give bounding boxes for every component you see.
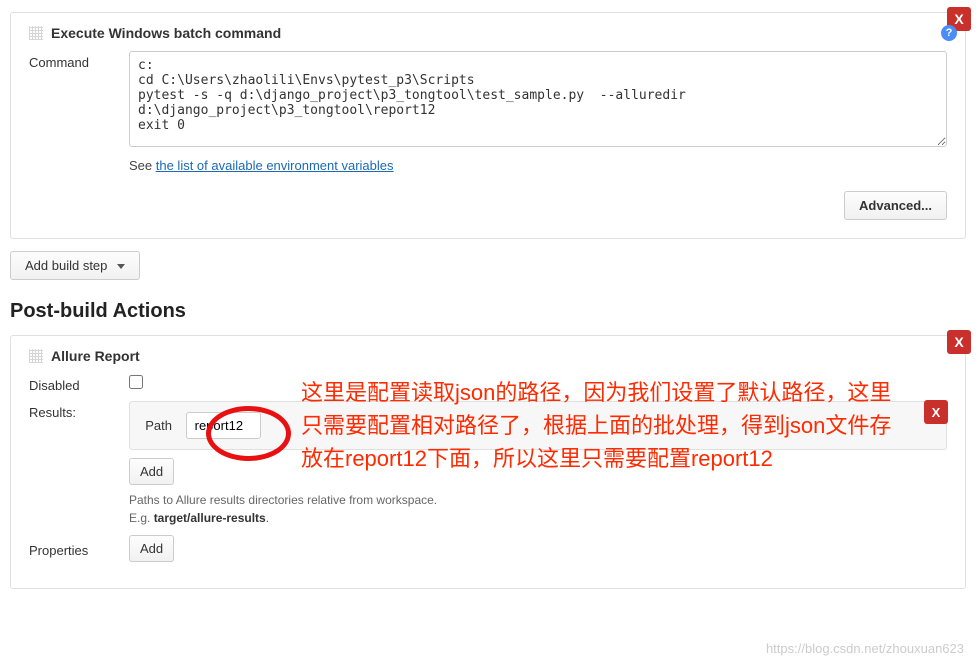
paths-hint-line2: E.g. target/allure-results. bbox=[129, 509, 947, 527]
properties-label: Properties bbox=[29, 539, 129, 558]
advanced-button[interactable]: Advanced... bbox=[844, 191, 947, 220]
exec-section-title: Execute Windows batch command bbox=[51, 25, 281, 41]
caret-down-icon bbox=[117, 264, 125, 269]
path-label: Path bbox=[140, 418, 182, 433]
paths-hint-line1: Paths to Allure results directories rela… bbox=[129, 491, 947, 509]
remove-path-button[interactable]: X bbox=[924, 400, 948, 424]
results-label: Results: bbox=[29, 401, 129, 420]
add-build-step-label: Add build step bbox=[25, 258, 107, 273]
see-prefix: See bbox=[129, 158, 156, 173]
drag-handle-icon[interactable] bbox=[29, 26, 43, 40]
add-property-button[interactable]: Add bbox=[129, 535, 174, 562]
disabled-label: Disabled bbox=[29, 374, 129, 393]
command-label: Command bbox=[29, 51, 129, 70]
results-path-block: X Path bbox=[129, 401, 947, 450]
add-build-step-button[interactable]: Add build step bbox=[10, 251, 140, 280]
close-allure-section-button[interactable]: X bbox=[947, 330, 971, 354]
drag-handle-icon[interactable] bbox=[29, 349, 43, 363]
command-textarea[interactable]: c: cd C:\Users\zhaolili\Envs\pytest_p3\S… bbox=[129, 51, 947, 147]
allure-report-section: X Allure Report Disabled Results: X Path bbox=[10, 335, 966, 589]
exec-windows-batch-section: X ? Execute Windows batch command Comman… bbox=[10, 12, 966, 239]
post-build-actions-heading: Post-build Actions bbox=[10, 300, 966, 323]
add-result-path-button[interactable]: Add bbox=[129, 458, 174, 485]
env-vars-link[interactable]: the list of available environment variab… bbox=[156, 158, 394, 173]
allure-section-title: Allure Report bbox=[51, 348, 140, 364]
disabled-checkbox[interactable] bbox=[129, 375, 143, 389]
watermark-text: https://blog.csdn.net/zhouxuan623 bbox=[766, 641, 964, 656]
help-icon[interactable]: ? bbox=[941, 25, 957, 41]
path-input[interactable] bbox=[186, 412, 261, 439]
